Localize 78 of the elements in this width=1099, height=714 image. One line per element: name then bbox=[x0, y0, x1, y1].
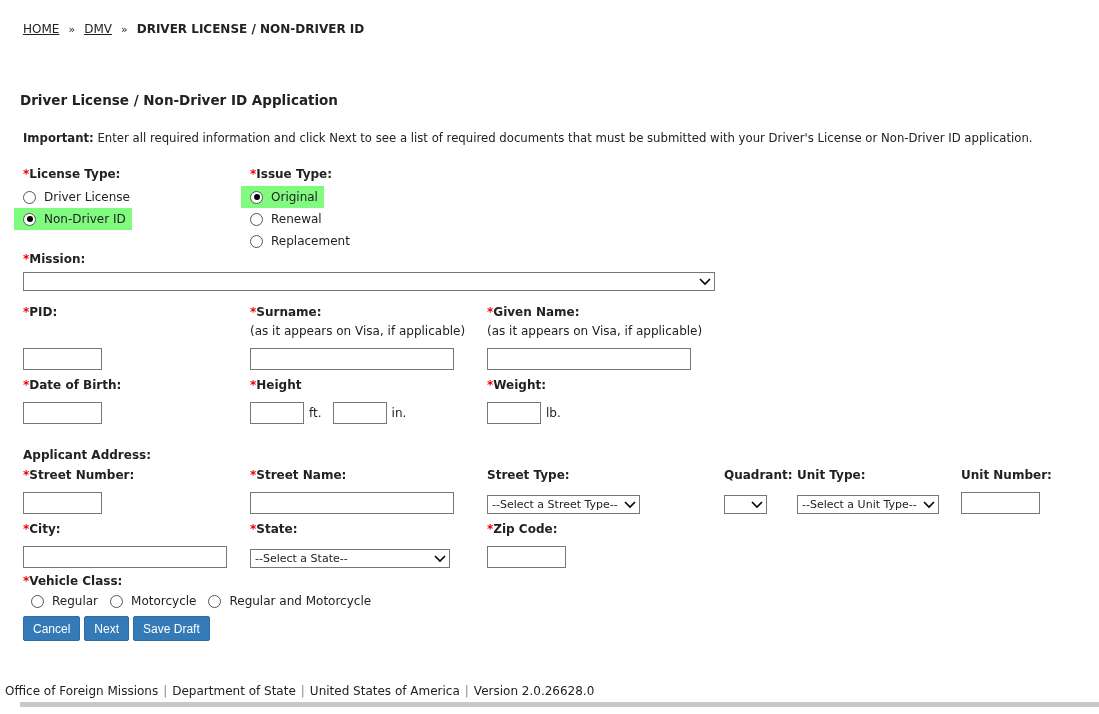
field-label: *Mission: bbox=[23, 252, 87, 266]
footer-text: Office of Foreign Missions bbox=[5, 684, 159, 698]
breadcrumb-separator: » bbox=[68, 23, 76, 36]
mission-select[interactable] bbox=[23, 272, 715, 291]
field-label: *Street Number: bbox=[23, 468, 136, 482]
input-field[interactable] bbox=[961, 492, 1040, 514]
input-field[interactable] bbox=[23, 402, 102, 424]
radio-icon[interactable] bbox=[250, 212, 263, 226]
field-label: *License Type: bbox=[23, 167, 121, 181]
footer-text: Version 2.0.26628.0 bbox=[473, 684, 595, 698]
radio-option[interactable]: Non-Driver ID bbox=[14, 208, 132, 230]
footer-separator: | bbox=[300, 684, 305, 698]
breadcrumb-link[interactable]: DMV bbox=[84, 22, 112, 36]
dropdown-select[interactable]: --Select a Street Type-- bbox=[487, 495, 640, 514]
radio-icon[interactable] bbox=[31, 594, 44, 608]
radio-icon[interactable] bbox=[23, 190, 36, 204]
breadcrumb-link[interactable]: HOME bbox=[23, 22, 60, 36]
input-field[interactable] bbox=[487, 348, 691, 370]
radio-icon[interactable] bbox=[250, 234, 263, 248]
field-label: *Given Name: bbox=[487, 305, 581, 319]
chevron-down-icon bbox=[922, 500, 935, 509]
breadcrumb-separator: » bbox=[120, 23, 128, 36]
unit-label: ft. bbox=[309, 406, 322, 420]
dropdown-select[interactable]: --Select a Unit Type-- bbox=[797, 495, 939, 514]
field-label: *Vehicle Class: bbox=[23, 574, 124, 588]
chevron-down-icon bbox=[751, 500, 763, 509]
field-label: *Issue Type: bbox=[250, 167, 332, 181]
field-label: *State: bbox=[250, 522, 299, 536]
unit-label: lb. bbox=[546, 406, 561, 420]
dropdown-select[interactable]: --Select a State-- bbox=[250, 549, 450, 568]
field-label: Unit Type: bbox=[797, 468, 867, 482]
input-field[interactable] bbox=[487, 546, 566, 568]
footer-separator: | bbox=[464, 684, 469, 698]
notice-text: Important: Enter all required information and click Next to see a list of required documents that must be submitted with your Driver's License or Non-Driver ID application. bbox=[23, 131, 1034, 145]
radio-option[interactable]: Replacement bbox=[241, 230, 356, 252]
field-label: *Date of Birth: bbox=[23, 378, 123, 392]
footer-separator: | bbox=[163, 684, 168, 698]
radio-option[interactable]: Driver License bbox=[14, 186, 136, 208]
field-label: *PID: bbox=[23, 305, 59, 319]
field-hint: (as it appears on Visa, if applicable) bbox=[250, 324, 467, 338]
input-field[interactable] bbox=[250, 402, 304, 424]
input-field[interactable] bbox=[250, 492, 454, 514]
radio-icon[interactable] bbox=[208, 594, 222, 608]
input-field[interactable] bbox=[332, 402, 387, 424]
chevron-down-icon bbox=[699, 277, 711, 286]
field-label: *Zip Code: bbox=[487, 522, 559, 536]
field-label: Quadrant: bbox=[724, 468, 794, 482]
footer-text: United States of America bbox=[309, 684, 460, 698]
unit-label: in. bbox=[391, 406, 407, 420]
section-heading: Applicant Address: bbox=[23, 448, 152, 462]
field-label: *Weight: bbox=[487, 378, 547, 392]
chevron-down-icon bbox=[623, 500, 636, 509]
dropdown-select[interactable] bbox=[724, 495, 767, 514]
field-label: *Surname: bbox=[250, 305, 323, 319]
footer-text: Department of State bbox=[172, 684, 296, 698]
breadcrumb-current: DRIVER LICENSE / NON-DRIVER ID bbox=[136, 22, 365, 36]
input-field[interactable] bbox=[23, 546, 227, 568]
radio-option[interactable]: Original bbox=[241, 186, 324, 208]
input-field[interactable] bbox=[250, 348, 454, 370]
page-title: Driver License / Non-Driver ID Application bbox=[20, 92, 339, 108]
input-field[interactable] bbox=[23, 492, 102, 514]
field-label: *Height bbox=[250, 378, 303, 392]
input-field[interactable] bbox=[23, 348, 102, 370]
radio-option[interactable]: Renewal bbox=[241, 208, 328, 230]
field-label: Unit Number: bbox=[961, 468, 1053, 482]
chevron-down-icon bbox=[434, 554, 446, 563]
radio-icon[interactable] bbox=[250, 190, 263, 204]
field-label: *City: bbox=[23, 522, 62, 536]
field-label: Street Type: bbox=[487, 468, 571, 482]
radio-icon[interactable] bbox=[110, 594, 124, 608]
field-label: *Street Name: bbox=[250, 468, 348, 482]
input-field[interactable] bbox=[487, 402, 541, 424]
field-hint: (as it appears on Visa, if applicable) bbox=[487, 324, 704, 338]
form-button[interactable]: Next bbox=[84, 616, 130, 641]
form-button[interactable]: Save Draft bbox=[133, 616, 210, 641]
radio-icon[interactable] bbox=[23, 212, 36, 226]
horizontal-scrollbar[interactable] bbox=[20, 702, 1099, 707]
form-button[interactable]: Cancel bbox=[23, 616, 81, 641]
